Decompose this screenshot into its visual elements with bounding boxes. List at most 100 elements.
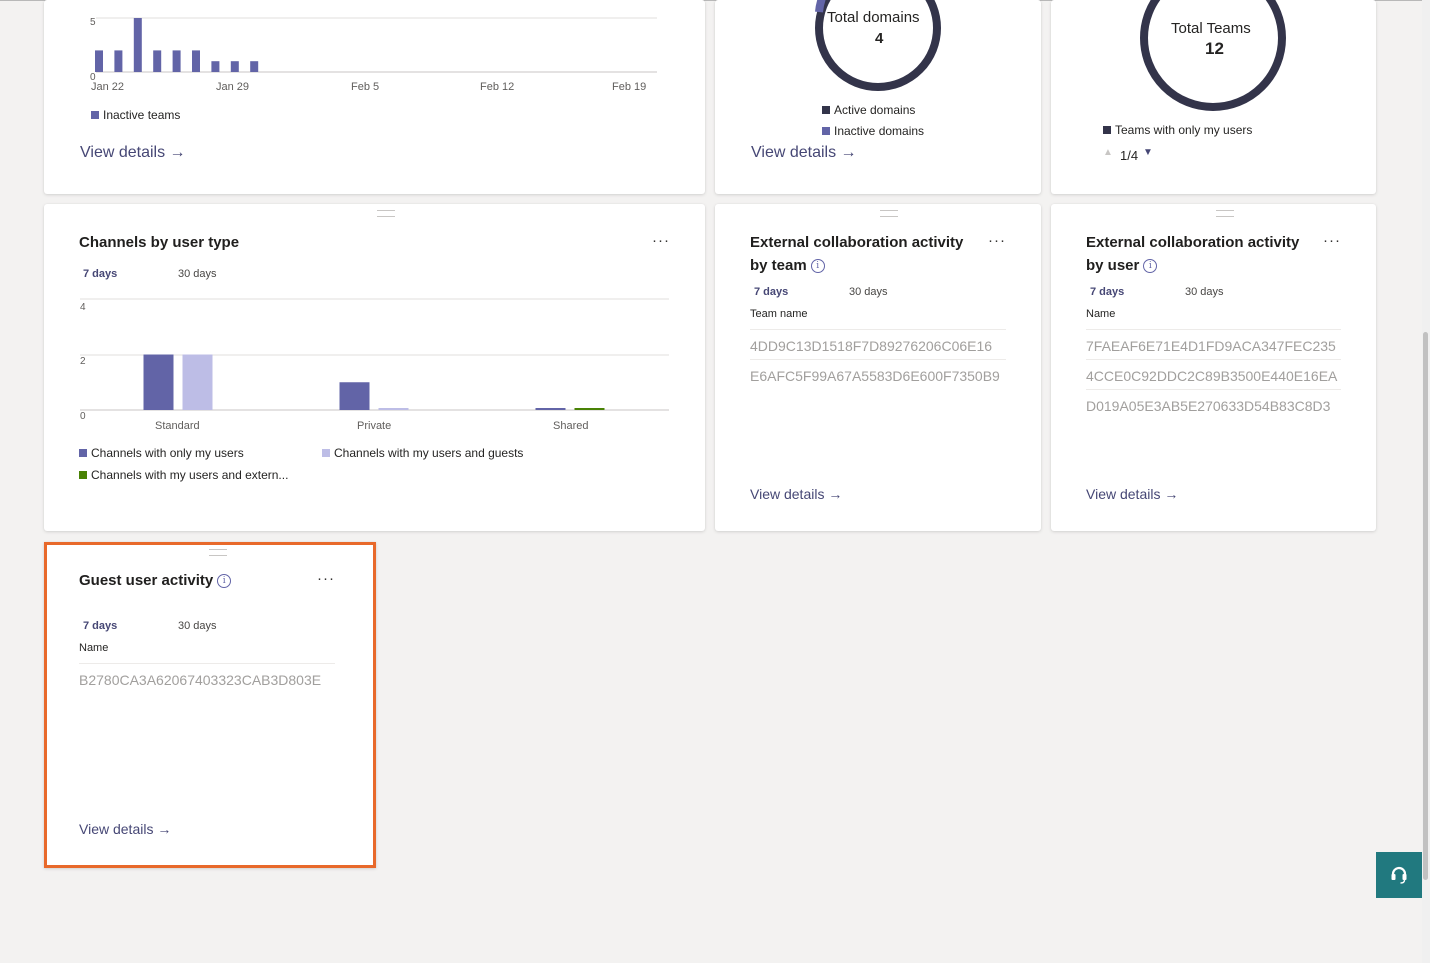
legend-label: Active domains bbox=[834, 103, 916, 117]
x-tick-label: Feb 12 bbox=[480, 81, 515, 93]
view-details-label: View details bbox=[750, 486, 825, 502]
view-details-link[interactable]: View details → bbox=[79, 821, 171, 837]
view-details-link[interactable]: View details → bbox=[750, 486, 842, 502]
card-title: External collaboration activity bbox=[1086, 234, 1300, 251]
drag-handle[interactable] bbox=[880, 210, 898, 217]
legend-label: Teams with only my users bbox=[1115, 123, 1253, 137]
category-label: Shared bbox=[553, 420, 589, 432]
total-teams-value: 12 bbox=[1205, 39, 1224, 58]
legend-inactive-teams: Inactive teams bbox=[91, 108, 180, 122]
headset-icon bbox=[1391, 866, 1407, 884]
card-title-text: by user bbox=[1086, 257, 1140, 274]
card-title: External collaboration activity bbox=[750, 234, 964, 251]
x-tick-label: Jan 22 bbox=[91, 81, 125, 93]
drag-handle[interactable] bbox=[209, 549, 227, 556]
bar bbox=[250, 61, 259, 72]
legend-swatch bbox=[79, 471, 87, 479]
legend-swatch bbox=[822, 127, 830, 135]
ext-collab-team-card: External collaboration activity by team i… bbox=[715, 204, 1041, 531]
column-header-name: Name bbox=[79, 642, 109, 654]
bar bbox=[133, 18, 142, 72]
inactive-teams-card: 5 0 Jan 22 Jan 29 Feb 5 Feb 12 Feb 19 In… bbox=[44, 0, 705, 194]
x-tick-label: Feb 5 bbox=[351, 81, 380, 93]
bar bbox=[143, 354, 174, 410]
bar bbox=[95, 50, 103, 72]
info-icon[interactable]: i bbox=[810, 259, 825, 273]
view-details-link[interactable]: View details → bbox=[80, 144, 186, 162]
legend-swatch bbox=[91, 111, 99, 119]
table-row[interactable]: D019A05E3AB5E270633D54B83C8D3 bbox=[1086, 389, 1341, 420]
teams-card: Total Teams 12 Teams with only my users … bbox=[1051, 0, 1376, 194]
info-icon[interactable]: i bbox=[1143, 259, 1158, 273]
arrow-right-icon: → bbox=[157, 821, 172, 837]
info-icon[interactable]: i bbox=[217, 574, 232, 588]
domains-card: Total domains 4 Active domains Inactive … bbox=[715, 0, 1041, 194]
scrollbar-thumb[interactable] bbox=[1423, 332, 1428, 880]
view-details-link[interactable]: View details → bbox=[1086, 486, 1178, 502]
card-title-text: by team bbox=[750, 257, 807, 274]
x-tick-label: Feb 19 bbox=[612, 81, 647, 93]
legend-label: Channels with my users and guests bbox=[334, 446, 524, 460]
bar bbox=[574, 408, 605, 410]
total-domains-label: Total domains bbox=[827, 9, 920, 26]
legend-swatch bbox=[822, 106, 830, 114]
more-options-icon[interactable]: ··· bbox=[317, 570, 335, 587]
inactive-teams-chart bbox=[95, 17, 657, 73]
more-options-icon[interactable]: ··· bbox=[988, 232, 1006, 249]
total-domains-value: 4 bbox=[875, 30, 884, 47]
bar bbox=[211, 61, 220, 72]
pager-text: 1/4 bbox=[1120, 148, 1139, 163]
tab-30-days[interactable]: 30 days bbox=[849, 286, 888, 298]
arrow-right-icon: → bbox=[1164, 486, 1179, 502]
drag-handle[interactable] bbox=[1216, 210, 1234, 217]
category-label: Private bbox=[357, 420, 392, 432]
view-details-link[interactable]: View details → bbox=[751, 144, 857, 162]
legend-teams-only-my-users: Teams with only my users bbox=[1103, 123, 1252, 137]
bar bbox=[172, 50, 181, 72]
legend-swatch bbox=[79, 449, 87, 457]
teams-donut bbox=[1140, 0, 1286, 111]
bar bbox=[182, 354, 213, 410]
tab-7-days[interactable]: 7 days bbox=[754, 286, 788, 298]
legend-label: Channels with only my users bbox=[91, 446, 244, 460]
pager-up-icon[interactable]: ▲ bbox=[1103, 147, 1113, 158]
more-options-icon[interactable]: ··· bbox=[1323, 232, 1341, 249]
table-row[interactable]: 7FAEAF6E71E4D1FD9ACA347FEC235 bbox=[1086, 329, 1341, 360]
table-row[interactable]: E6AFC5F99A67A5583D6E600F7350B9 bbox=[750, 359, 1006, 390]
legend-swatch bbox=[322, 449, 330, 457]
bar bbox=[339, 382, 370, 410]
tab-7-days[interactable]: 7 days bbox=[1090, 286, 1124, 298]
legend-label: Inactive teams bbox=[103, 108, 181, 122]
category-label: Standard bbox=[155, 420, 200, 432]
legend-label: Channels with my users and extern... bbox=[91, 468, 289, 482]
column-header-name: Name bbox=[1086, 308, 1116, 320]
guest-user-activity-card: Guest user activity i ··· 7 days 30 days … bbox=[44, 542, 376, 868]
table-row[interactable]: 4CCE0C92DDC2C89B3500E440E16EA bbox=[1086, 359, 1341, 390]
legend-users-and-guests: Channels with my users and guests bbox=[322, 446, 523, 460]
channels-card: Channels by user type ··· 7 days 30 days… bbox=[44, 204, 705, 531]
legend-users-and-external: Channels with my users and extern... bbox=[79, 468, 288, 482]
tab-7-days[interactable]: 7 days bbox=[83, 620, 117, 632]
legend-only-my-users: Channels with only my users bbox=[79, 446, 244, 460]
legend-label: Inactive domains bbox=[834, 124, 925, 138]
total-teams-label: Total Teams bbox=[1171, 20, 1251, 37]
help-button[interactable] bbox=[1376, 852, 1422, 898]
bar bbox=[535, 408, 566, 410]
bar bbox=[230, 61, 239, 72]
page-scrollbar[interactable] bbox=[1422, 0, 1430, 963]
card-title: Guest user activity i bbox=[79, 570, 232, 592]
legend-swatch bbox=[1103, 126, 1111, 134]
view-details-label: View details bbox=[79, 821, 154, 837]
pager-down-icon[interactable]: ▼ bbox=[1143, 147, 1153, 158]
donut-segment-inactive bbox=[815, 0, 826, 13]
tab-30-days[interactable]: 30 days bbox=[178, 620, 217, 632]
view-details-label: View details bbox=[1086, 486, 1161, 502]
channels-chart bbox=[80, 298, 669, 411]
table-row[interactable]: 4DD9C13D1518F7D89276206C06E16 bbox=[750, 329, 1006, 360]
legend-inactive-domains: Inactive domains bbox=[822, 124, 924, 138]
bar bbox=[153, 50, 162, 72]
table-row[interactable]: B2780CA3A62067403323CAB3D803E bbox=[79, 663, 335, 694]
legend-active-domains: Active domains bbox=[822, 103, 915, 117]
card-title-line2: by user i bbox=[1086, 255, 1158, 277]
tab-30-days[interactable]: 30 days bbox=[1185, 286, 1224, 298]
